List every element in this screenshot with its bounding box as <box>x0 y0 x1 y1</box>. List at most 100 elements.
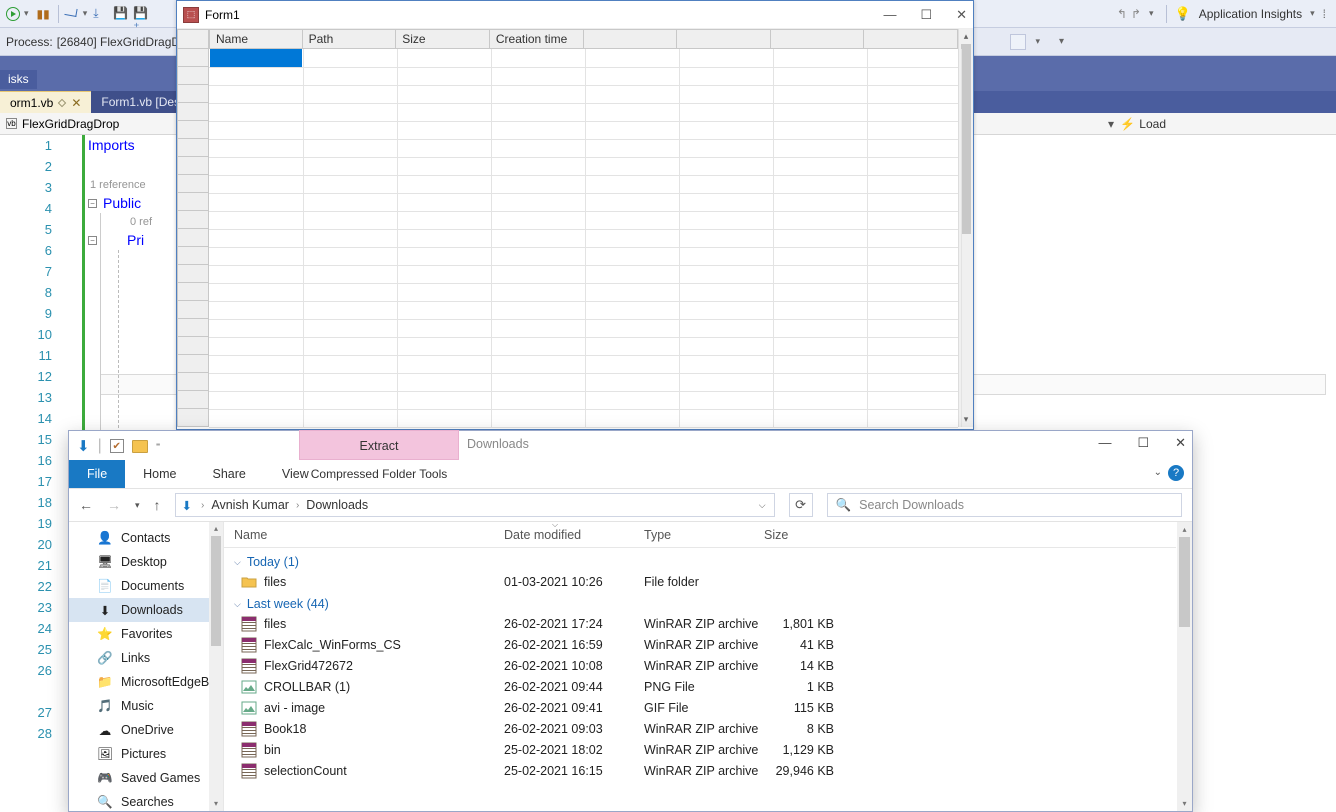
forward-icon[interactable]: → <box>107 497 121 513</box>
chevron-right-icon[interactable]: › <box>293 500 302 511</box>
column-date[interactable]: Date modified <box>494 528 634 542</box>
sidebar-item-links[interactable]: 🔗Links <box>69 646 223 670</box>
group-header[interactable]: ⌵Today (1) <box>224 550 1176 571</box>
chevron-right-icon[interactable]: › <box>198 500 207 511</box>
grid-row-header[interactable] <box>177 157 209 175</box>
close-icon[interactable]: ✕ <box>71 92 81 114</box>
grid-column-header[interactable] <box>771 29 865 49</box>
sidebar-item-music[interactable]: 🎵Music <box>69 694 223 718</box>
grid-row-header[interactable] <box>177 211 209 229</box>
up-icon[interactable]: ↑ <box>154 497 161 513</box>
file-row[interactable]: files01-03-2021 10:26File folder <box>224 571 1176 592</box>
sidebar-item-contacts[interactable]: 👤Contacts <box>69 526 223 550</box>
grid-row-header[interactable] <box>177 355 209 373</box>
scroll-thumb[interactable] <box>1179 537 1190 627</box>
grid-row-header[interactable] <box>177 193 209 211</box>
outline-toggle[interactable]: − <box>88 236 97 245</box>
window-titlebar[interactable]: ⬚ Form1 — ☐ ✕ <box>177 1 973 29</box>
grid-row-header[interactable] <box>177 391 209 409</box>
step-into-icon[interactable]: ⤓ <box>93 6 109 22</box>
breadcrumb-item[interactable]: Downloads <box>302 498 372 512</box>
column-name[interactable]: Name <box>224 528 494 542</box>
grid-row-header[interactable] <box>177 67 209 85</box>
content-scrollbar[interactable]: ▴ ▾ <box>1177 522 1192 811</box>
sidebar-item-favorites[interactable]: ⭐Favorites <box>69 622 223 646</box>
file-row[interactable]: selectionCount25-02-2021 16:15WinRAR ZIP… <box>224 760 1176 781</box>
dropdown-icon[interactable]: ▾ <box>24 8 29 19</box>
pause-icon[interactable]: ▮▮ <box>37 7 50 21</box>
group-header[interactable]: ⌵Last week (44) <box>224 592 1176 613</box>
file-row[interactable]: CROLLBAR (1)26-02-2021 09:44PNG File1 KB <box>224 676 1176 697</box>
refresh-icon[interactable]: ⟳ <box>789 493 813 517</box>
outline-toggle[interactable]: − <box>88 199 97 208</box>
maximize-icon[interactable]: ☐ <box>1137 435 1149 451</box>
dropdown-icon[interactable]: ▾ <box>83 8 88 19</box>
grid-row-header[interactable] <box>177 85 209 103</box>
ribbon-tab-share[interactable]: Share <box>195 460 264 488</box>
grid-row-header[interactable] <box>177 229 209 247</box>
step-icon[interactable]: ↱ <box>1131 7 1141 21</box>
grid-row-header[interactable] <box>177 175 209 193</box>
maximize-icon[interactable]: ☐ <box>920 7 932 23</box>
extract-tab[interactable]: Extract <box>299 430 459 460</box>
column-type[interactable]: Type <box>634 528 754 542</box>
dropdown-icon[interactable]: ▾ <box>1310 8 1315 19</box>
qat-dropdown-icon[interactable]: ⁼ <box>156 441 161 452</box>
dropdown-icon[interactable]: ▾ <box>1035 36 1040 47</box>
recent-dropdown-icon[interactable]: ▾ <box>135 500 140 511</box>
dropdown-icon[interactable]: ▾ <box>1149 8 1154 19</box>
file-row[interactable]: bin25-02-2021 18:02WinRAR ZIP archive1,1… <box>224 739 1176 760</box>
breadcrumb-item[interactable]: Avnish Kumar <box>207 498 293 512</box>
overflow-icon[interactable]: ▾ <box>1059 36 1064 47</box>
breadcrumb[interactable]: vb FlexGridDragDrop <box>6 117 119 131</box>
ribbon-tab-file[interactable]: File <box>69 460 125 488</box>
properties-icon[interactable]: ✔ <box>110 439 124 453</box>
grid-row-header[interactable] <box>177 337 209 355</box>
tasks-tab[interactable]: isks <box>0 70 37 89</box>
sidebar-item-saved-games[interactable]: 🎮Saved Games <box>69 766 223 790</box>
sidebar-item-onedrive[interactable]: ☁OneDrive <box>69 718 223 742</box>
grid-column-header[interactable] <box>677 29 771 49</box>
grid-row-header[interactable] <box>177 247 209 265</box>
grid-row-header[interactable] <box>177 409 209 427</box>
grid-row-header[interactable] <box>177 103 209 121</box>
step-out-icon[interactable]: ↰ <box>1117 7 1127 21</box>
continue-button[interactable] <box>6 7 20 21</box>
scroll-down-icon[interactable]: ▾ <box>1177 796 1192 811</box>
flexgrid[interactable]: NamePathSizeCreation time ▴ ▾ <box>177 29 973 427</box>
back-icon[interactable]: ← <box>79 497 93 513</box>
ribbon-collapse-icon[interactable]: ⌄ <box>1154 467 1162 478</box>
grid-row-header[interactable] <box>177 121 209 139</box>
scroll-thumb[interactable] <box>961 44 971 234</box>
save-icon[interactable]: 💾 <box>113 6 129 22</box>
overflow-icon[interactable]: ⁞ <box>1323 7 1326 21</box>
grid-column-header[interactable]: Name <box>209 29 303 49</box>
sidebar-item-downloads[interactable]: ⬇Downloads <box>69 598 223 622</box>
file-row[interactable]: Book1826-02-2021 09:03WinRAR ZIP archive… <box>224 718 1176 739</box>
grid-row-header[interactable] <box>177 373 209 391</box>
help-icon[interactable]: ? <box>1168 465 1184 481</box>
close-icon[interactable]: ✕ <box>1175 435 1186 451</box>
grid-row-header[interactable] <box>177 301 209 319</box>
scroll-thumb[interactable] <box>211 536 221 646</box>
file-row[interactable]: FlexCalc_WinForms_CS26-02-2021 16:59WinR… <box>224 634 1176 655</box>
grid-row-header[interactable] <box>177 49 209 67</box>
event-picker[interactable]: ⚡ Load <box>1120 117 1166 131</box>
sidebar-item-microsoftedgeba[interactable]: 📁MicrosoftEdgeBa <box>69 670 223 694</box>
sidebar-item-searches[interactable]: 🔍Searches <box>69 790 223 811</box>
minimize-icon[interactable]: — <box>1098 435 1111 451</box>
sidebar-item-pictures[interactable]: 🖼Pictures <box>69 742 223 766</box>
search-input[interactable]: 🔍 Search Downloads <box>827 493 1182 517</box>
scroll-down-icon[interactable]: ▾ <box>209 797 223 811</box>
sidebar-item-desktop[interactable]: 🖥Desktop <box>69 550 223 574</box>
address-bar[interactable]: ⬇ › Avnish Kumar › Downloads ⌵ <box>175 493 775 517</box>
save-all-icon[interactable]: 💾⁺ <box>133 6 149 22</box>
grid-column-header[interactable]: Size <box>396 29 490 49</box>
sidebar-scrollbar[interactable]: ▴ ▾ <box>209 522 223 811</box>
grid-row-header[interactable] <box>177 283 209 301</box>
grid-row-header[interactable] <box>177 139 209 157</box>
close-icon[interactable]: ✕ <box>956 7 967 23</box>
app-insights-button[interactable]: Application Insights <box>1199 7 1302 21</box>
file-list[interactable]: ⌵Today (1)files01-03-2021 10:26File fold… <box>224 550 1176 811</box>
scroll-up-icon[interactable]: ▴ <box>209 522 223 536</box>
